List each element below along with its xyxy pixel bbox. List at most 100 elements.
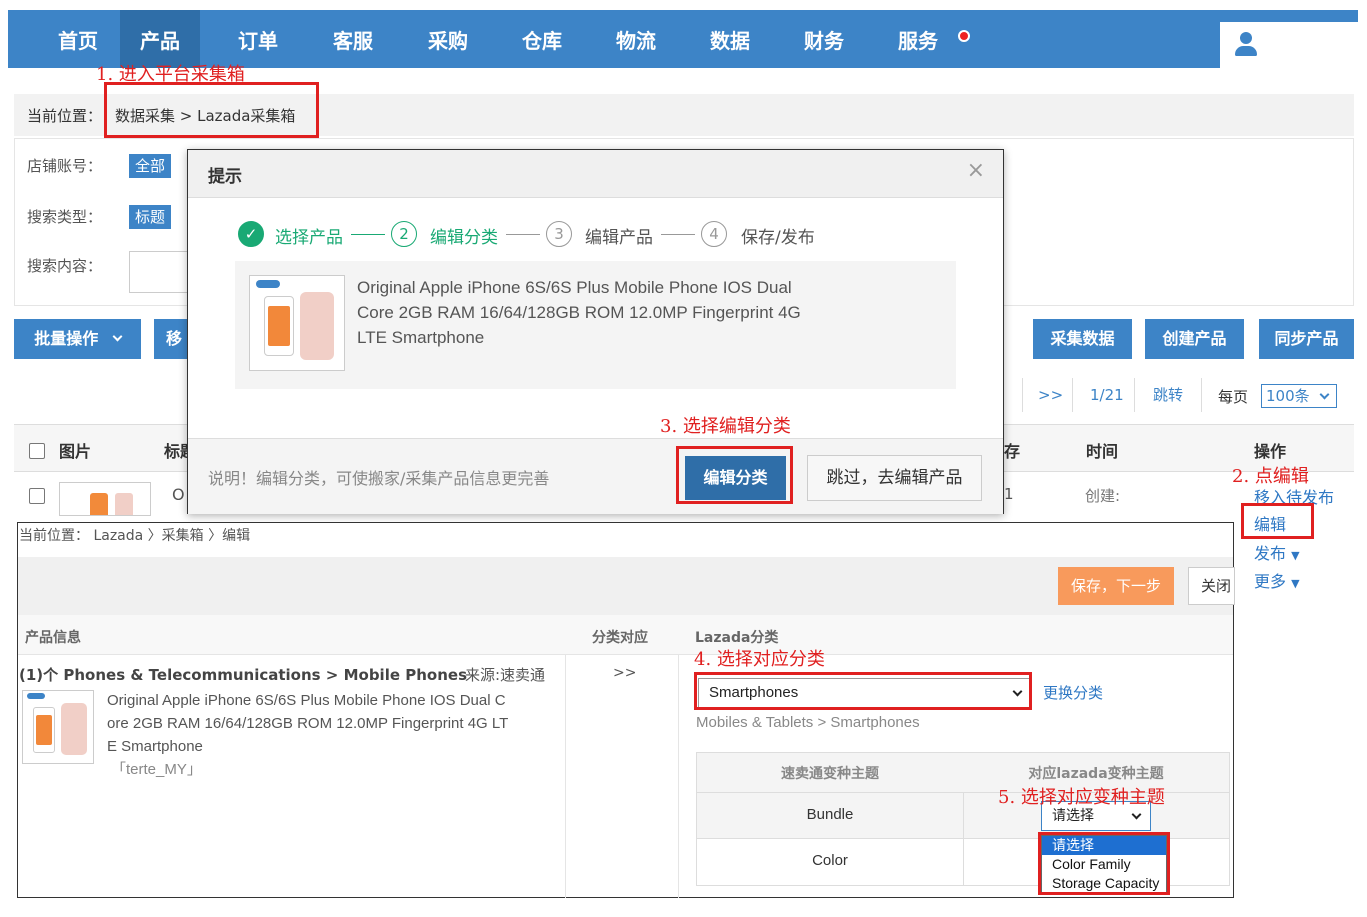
caret-down-icon: ▼ xyxy=(1291,577,1300,590)
save-next-button[interactable]: 保存，下一步 xyxy=(1058,567,1174,605)
skip-edit-product-button[interactable]: 跳过，去编辑产品 xyxy=(807,455,982,501)
caret-down-icon: ▼ xyxy=(1291,549,1300,562)
row-stock: 1 xyxy=(1004,485,1014,503)
breadcrumb-label: 当前位置： xyxy=(27,107,103,125)
search-content-label: 搜索内容： xyxy=(27,257,103,275)
source-category-path: (1)个 Phones & Telecommunications > Mobil… xyxy=(19,666,467,684)
publish-link[interactable]: 发布 ▼ xyxy=(1254,540,1300,564)
per-page-select[interactable]: 100条 xyxy=(1261,384,1337,408)
step-select-product: 选择产品 xyxy=(275,228,343,248)
nav-services[interactable]: 服务 xyxy=(878,10,958,68)
highlight-edit-link xyxy=(1241,503,1314,539)
variant-head-lazada: 对应lazada变种主题 xyxy=(1028,766,1164,782)
modal-title: 提示 xyxy=(208,167,242,187)
close-button[interactable]: 关闭 xyxy=(1188,567,1235,605)
step-edit-category: 编辑分类 xyxy=(430,228,498,248)
lazada-category-breadcrumb: Mobiles & Tablets > Smartphones xyxy=(696,714,920,731)
shop-account-all[interactable]: 全部 xyxy=(129,154,172,178)
variant-color: Color xyxy=(812,852,848,869)
collect-data-button[interactable]: 采集数据 xyxy=(1033,319,1132,359)
column-divider xyxy=(678,655,679,898)
col-stock: 存 xyxy=(1004,442,1021,461)
chevron-down-icon xyxy=(1131,809,1142,820)
pager-page: 1/21 xyxy=(1090,386,1124,404)
col-time: 时间 xyxy=(1086,442,1119,461)
user-menu[interactable] xyxy=(1220,22,1358,68)
check-icon: ✓ xyxy=(238,221,264,247)
more-link-label: 更多 xyxy=(1254,572,1287,591)
product-image xyxy=(249,275,345,371)
edit-product-title: Original Apple iPhone 6S/6S Plus Mobile … xyxy=(107,689,508,781)
batch-actions-label: 批量操作 xyxy=(34,329,99,348)
nav-logistics[interactable]: 物流 xyxy=(596,10,676,68)
edit-breadcrumb: 当前位置： Lazada 〉采集箱 〉编辑 xyxy=(19,528,251,544)
chevron-down-icon xyxy=(1319,389,1330,400)
col-product-info: 产品信息 xyxy=(25,630,81,646)
annotation-step4: 4. 选择对应分类 xyxy=(694,649,825,670)
sync-product-button[interactable]: 同步产品 xyxy=(1259,319,1354,359)
nav-customer-service[interactable]: 客服 xyxy=(313,10,393,68)
edit-toolbar: 保存，下一步 关闭 xyxy=(18,557,1235,615)
search-type-label: 搜索类型： xyxy=(27,208,103,226)
nav-finance[interactable]: 财务 xyxy=(784,10,864,68)
edit-product-title-line: ore 2GB RAM 16/64/128GB ROM 12.0MP Finge… xyxy=(107,715,509,732)
chevron-down-icon xyxy=(112,331,123,342)
product-title-line: Core 2GB RAM 16/64/128GB ROM 12.0MP Fing… xyxy=(357,303,801,322)
user-icon xyxy=(1234,32,1258,58)
step-connector xyxy=(661,234,695,235)
more-link[interactable]: 更多 ▼ xyxy=(1254,568,1300,592)
publish-link-label: 发布 xyxy=(1254,544,1287,563)
variant-head-source: 速卖通变种主题 xyxy=(781,766,879,782)
product-title-line: Original Apple iPhone 6S/6S Plus Mobile … xyxy=(357,278,792,297)
annotation-step5: 5. 选择对应变种主题 xyxy=(998,787,1165,808)
search-type-title[interactable]: 标题 xyxy=(129,205,172,229)
annotation-step3: 3. 选择编辑分类 xyxy=(660,416,791,437)
step-save-publish: 保存/发布 xyxy=(741,228,815,248)
create-product-button[interactable]: 创建产品 xyxy=(1145,319,1244,359)
notification-dot xyxy=(958,30,970,42)
pager-next[interactable]: >> xyxy=(1038,378,1063,412)
modal-header: 提示 × xyxy=(188,150,1003,198)
step-connector xyxy=(351,234,385,235)
col-mapping: 分类对应 xyxy=(592,630,648,646)
change-category-link[interactable]: 更换分类 xyxy=(1043,682,1103,703)
step-2-icon: 2 xyxy=(391,221,417,247)
store-name: 「terte_MY」 xyxy=(111,761,202,778)
per-page-value: 100条 xyxy=(1266,387,1310,405)
row-checkbox[interactable] xyxy=(29,488,45,504)
variant-divider xyxy=(963,793,964,885)
step-3-icon: 3 xyxy=(546,221,572,247)
variant-theme-value: 请选择 xyxy=(1052,808,1094,824)
select-all-checkbox[interactable] xyxy=(29,443,45,459)
highlight-breadcrumb xyxy=(104,82,319,138)
product-title-line: LTE Smartphone xyxy=(357,328,485,347)
step-4-icon: 4 xyxy=(701,221,727,247)
product-title: Original Apple iPhone 6S/6S Plus Mobile … xyxy=(357,275,801,350)
variant-bundle: Bundle xyxy=(806,806,854,823)
row-time: 创建: xyxy=(1085,487,1121,505)
step-connector xyxy=(506,234,540,235)
modal-footer: 说明！编辑分类，可使搬家/采集产品信息更完善 编辑分类 跳过，去编辑产品 xyxy=(188,438,1003,514)
close-icon[interactable]: × xyxy=(967,158,985,183)
source-platform: 来源:速卖通 xyxy=(465,666,546,684)
edit-product-image xyxy=(22,690,94,764)
modal-note: 说明！编辑分类，可使搬家/采集产品信息更完善 xyxy=(208,469,550,488)
per-page-label: 每页 xyxy=(1218,388,1249,406)
edit-product-title-line: Original Apple iPhone 6S/6S Plus Mobile … xyxy=(107,692,506,709)
highlight-category-select xyxy=(694,672,1032,710)
batch-actions-button[interactable]: 批量操作 xyxy=(14,319,141,359)
tip-modal: 提示 × ✓ 选择产品 2 编辑分类 3 编辑产品 4 保存/发布 Origin… xyxy=(187,149,1004,514)
shop-account-label: 店铺账号： xyxy=(27,157,103,175)
row-title[interactable]: O xyxy=(172,485,185,504)
mapping-arrow: >> xyxy=(613,665,637,681)
nav-warehouse[interactable]: 仓库 xyxy=(502,10,582,68)
column-divider xyxy=(565,655,566,898)
nav-purchasing[interactable]: 采购 xyxy=(408,10,488,68)
edit-column-header: 产品信息 分类对应 Lazada分类 xyxy=(18,615,1233,655)
edit-product-title-line: E Smartphone xyxy=(107,738,203,755)
nav-data[interactable]: 数据 xyxy=(690,10,770,68)
highlight-edit-category-button xyxy=(676,446,793,504)
col-image: 图片 xyxy=(59,442,92,461)
col-action: 操作 xyxy=(1254,442,1287,461)
pager-jump[interactable]: 跳转 xyxy=(1153,378,1183,412)
